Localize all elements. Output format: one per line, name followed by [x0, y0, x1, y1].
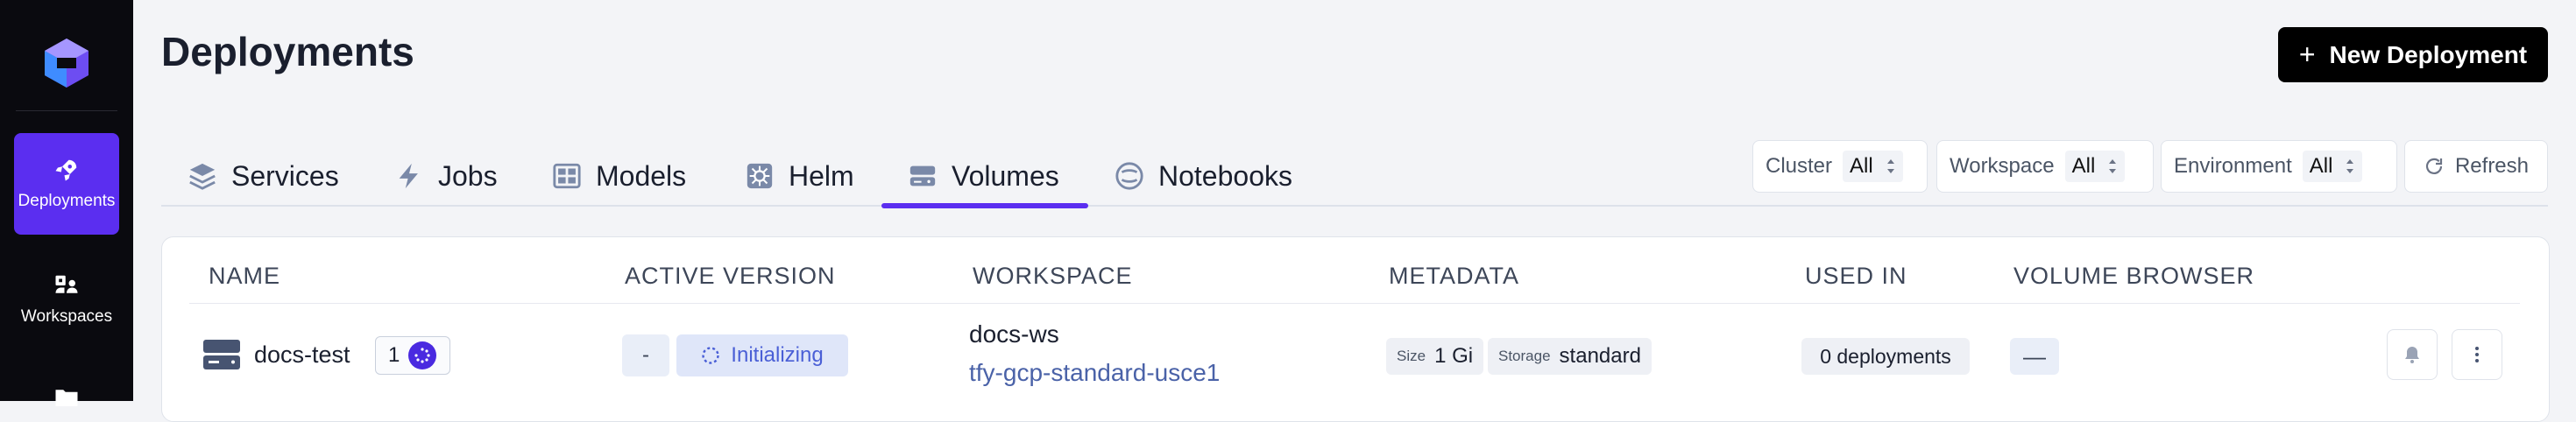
refresh-button[interactable]: Refresh	[2404, 140, 2548, 193]
header-divider	[189, 303, 2520, 304]
storage-icon	[909, 165, 936, 186]
version-count-badge[interactable]: 1	[375, 336, 450, 375]
filter-label: Cluster	[1766, 154, 1833, 178]
more-vertical-icon	[2475, 347, 2479, 362]
workspace-filter[interactable]: Workspace All	[1936, 140, 2154, 193]
metadata-value: standard	[1559, 344, 1641, 368]
sidebar-item-label: Deployments	[18, 192, 116, 210]
metadata-size-chip: Size 1 Gi	[1386, 338, 1484, 375]
sidebar-item-workspaces[interactable]: Workspaces	[14, 249, 119, 350]
sidebar: Deployments Workspaces	[0, 0, 133, 406]
column-header-name[interactable]: NAME	[209, 263, 280, 290]
tab-label: Notebooks	[1158, 159, 1292, 192]
volume-icon	[203, 340, 240, 369]
tab-notebooks[interactable]: Notebooks	[1115, 147, 1292, 205]
rocket-icon	[55, 159, 77, 181]
active-tab-indicator	[881, 203, 1088, 208]
notebook-icon	[1115, 162, 1143, 190]
workspace-name: docs-ws	[969, 320, 1059, 348]
tab-volumes[interactable]: Volumes	[908, 147, 1059, 205]
column-header-volume-browser[interactable]: VOLUME BROWSER	[2013, 263, 2254, 290]
sort-caret-icon	[2346, 159, 2354, 173]
tab-label: Volumes	[952, 159, 1059, 192]
tabs-divider	[161, 205, 2548, 207]
sidebar-item-folder[interactable]	[14, 380, 119, 415]
grid-icon	[553, 163, 581, 189]
tab-models[interactable]: Models	[552, 147, 686, 205]
tab-label: Models	[596, 159, 687, 192]
filter-value: All	[2064, 151, 2126, 182]
version-count: 1	[388, 343, 400, 367]
refresh-label: Refresh	[2454, 154, 2530, 178]
sidebar-divider	[16, 110, 117, 111]
tab-jobs[interactable]: Jobs	[394, 147, 498, 205]
status-label: Initializing	[731, 343, 824, 367]
filter-label: Environment	[2174, 154, 2292, 178]
filter-value-text: All	[2071, 154, 2096, 178]
app-logo-icon[interactable]	[41, 37, 92, 88]
environment-filter[interactable]: Environment All	[2161, 140, 2397, 193]
page-title: Deployments	[161, 29, 414, 74]
active-version-chip: -	[622, 334, 669, 376]
metadata-value: 1 Gi	[1434, 344, 1474, 368]
metadata-storage-chip: Storage standard	[1488, 338, 1652, 375]
loading-spinner-icon	[702, 347, 719, 364]
filter-value: All	[2302, 151, 2363, 182]
new-deployment-button[interactable]: + New Deployment	[2278, 27, 2548, 82]
new-deployment-label: New Deployment	[2329, 40, 2528, 68]
sort-caret-icon	[1886, 159, 1894, 173]
tab-label: Helm	[789, 159, 854, 192]
helm-icon	[747, 163, 773, 189]
tab-label: Jobs	[438, 159, 498, 192]
more-actions-button[interactable]	[2452, 329, 2502, 380]
sort-caret-icon	[2109, 159, 2117, 173]
column-header-used-in[interactable]: USED IN	[1805, 263, 1907, 290]
status-badge[interactable]: Initializing	[676, 334, 848, 376]
notifications-button[interactable]	[2387, 329, 2438, 380]
filter-label: Workspace	[1950, 154, 2055, 178]
volume-browser-chip[interactable]: —	[2010, 338, 2059, 375]
folder-icon	[55, 390, 78, 406]
cluster-filter[interactable]: Cluster All	[1752, 140, 1928, 193]
plus-icon: +	[2298, 39, 2316, 70]
filter-value: All	[1843, 151, 1903, 182]
sidebar-item-label: Workspaces	[20, 307, 113, 326]
workspaces-icon	[55, 275, 78, 293]
tab-helm[interactable]: Helm	[745, 147, 854, 205]
sidebar-item-deployments[interactable]: Deployments	[14, 133, 119, 235]
metadata-key: Storage	[1498, 348, 1551, 364]
refresh-icon	[2425, 158, 2443, 174]
bolt-icon	[399, 163, 418, 189]
filter-value-text: All	[2309, 154, 2333, 178]
column-header-metadata[interactable]: METADATA	[1389, 263, 1519, 290]
bell-icon	[2405, 347, 2419, 363]
tab-services[interactable]: Services	[188, 147, 339, 205]
layers-icon	[189, 163, 216, 190]
used-in-chip[interactable]: 0 deployments	[1801, 338, 1970, 375]
loading-spinner-icon	[408, 341, 437, 369]
column-header-active-version[interactable]: ACTIVE VERSION	[625, 263, 836, 290]
column-header-workspace[interactable]: WORKSPACE	[973, 263, 1133, 290]
metadata-key: Size	[1397, 348, 1426, 364]
tab-label: Services	[231, 159, 339, 192]
cluster-link[interactable]: tfy-gcp-standard-usce1	[969, 359, 1220, 387]
volume-name-link[interactable]: docs-test	[254, 341, 350, 369]
filter-value-text: All	[1850, 154, 1873, 178]
